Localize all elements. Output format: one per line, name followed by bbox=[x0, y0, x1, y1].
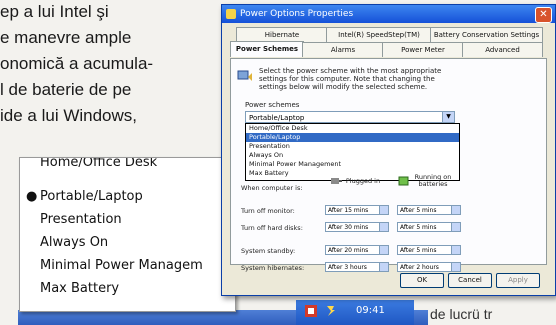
article-fragment: de lucrü tr bbox=[430, 306, 493, 322]
dropdown-option-selected[interactable]: Portable/Laptop bbox=[246, 133, 459, 142]
chevron-down-icon[interactable] bbox=[451, 223, 460, 231]
list-item-label: Always On bbox=[40, 235, 109, 250]
security-shield-icon[interactable] bbox=[304, 304, 318, 318]
scheme-description: Select the power scheme with the most ap… bbox=[259, 67, 442, 91]
tab-battery-conservation[interactable]: Battery Conservation Settings bbox=[430, 27, 543, 42]
monitor-battery-select[interactable]: After 5 mins bbox=[397, 205, 461, 215]
power-schemes-label: Power schemes bbox=[245, 101, 300, 109]
select-value: After 2 hours bbox=[400, 264, 439, 271]
apply-button[interactable]: Apply bbox=[496, 273, 540, 288]
column-on-batteries: Running on batteries bbox=[414, 173, 452, 188]
list-item-label: Home/Office Desk bbox=[40, 157, 158, 170]
chevron-down-icon[interactable] bbox=[451, 246, 460, 254]
chevron-down-icon[interactable] bbox=[451, 206, 460, 214]
dropdown-option[interactable]: Presentation bbox=[246, 142, 459, 151]
tab-alarms[interactable]: Alarms bbox=[302, 42, 384, 57]
article-line: ep a lui Intel şi bbox=[0, 2, 109, 21]
article-line: onomică a acumula- bbox=[0, 54, 154, 73]
article-line: e manevre ample bbox=[0, 28, 132, 47]
list-item[interactable]: Minimal Power Managem bbox=[26, 255, 203, 277]
column-plugged-in: Plugged in bbox=[345, 177, 381, 185]
system-tray: 09:41 bbox=[296, 300, 414, 325]
power-options-icon bbox=[226, 9, 236, 19]
list-item-label: Max Battery bbox=[40, 281, 120, 296]
clock[interactable]: 09:41 bbox=[356, 305, 385, 316]
standby-plugged-select[interactable]: After 20 mins bbox=[325, 245, 389, 255]
chevron-down-icon[interactable] bbox=[379, 263, 388, 271]
select-value: After 3 hours bbox=[328, 264, 367, 271]
dropdown-option[interactable]: Home/Office Desk bbox=[246, 124, 459, 133]
chevron-down-icon[interactable] bbox=[451, 263, 460, 271]
list-item[interactable]: Always On bbox=[26, 232, 108, 254]
power-options-dialog: Power Options Properties ✕ Hibernate Int… bbox=[221, 4, 556, 296]
tab-strip: Hibernate Intel(R) SpeedStep(TM) Battery… bbox=[230, 27, 547, 59]
select-value: After 20 mins bbox=[328, 247, 369, 254]
row-label-monitor: Turn off monitor: bbox=[241, 207, 295, 215]
power-plug-icon[interactable] bbox=[324, 304, 338, 318]
select-value: After 5 mins bbox=[400, 247, 437, 254]
standby-battery-select[interactable]: After 5 mins bbox=[397, 245, 461, 255]
row-label-standby: System standby: bbox=[241, 247, 296, 255]
list-item[interactable]: Max Battery bbox=[26, 278, 119, 300]
row-label-hibernate: System hibernates: bbox=[241, 264, 305, 272]
select-value: After 5 mins bbox=[400, 224, 437, 231]
chevron-down-icon[interactable] bbox=[379, 223, 388, 231]
dropdown-option[interactable]: Minimal Power Management bbox=[246, 160, 459, 169]
dialog-titlebar[interactable]: Power Options Properties ✕ bbox=[222, 5, 555, 23]
chevron-down-icon[interactable]: ▼ bbox=[442, 112, 454, 122]
tab-advanced[interactable]: Advanced bbox=[462, 42, 543, 57]
list-item[interactable]: Presentation bbox=[26, 209, 122, 231]
close-button[interactable]: ✕ bbox=[535, 7, 552, 23]
power-scheme-zoom-list: Home/Office Desk ● Portable/Laptop Presen… bbox=[19, 157, 236, 312]
select-value: After 30 mins bbox=[328, 224, 369, 231]
hibernate-plugged-select[interactable]: After 3 hours bbox=[325, 262, 389, 272]
select-value: After 5 mins bbox=[400, 207, 437, 214]
battery-icon bbox=[398, 176, 409, 186]
article-line: ide a lui Windows, bbox=[0, 106, 138, 125]
monitor-plugged-select[interactable]: After 15 mins bbox=[325, 205, 389, 215]
list-item-selected[interactable]: ● Portable/Laptop bbox=[26, 186, 143, 208]
list-item-label: Minimal Power Managem bbox=[40, 258, 203, 273]
power-scheme-value: Portable/Laptop bbox=[249, 114, 305, 122]
settings-title: When computer is: bbox=[241, 184, 303, 192]
list-item-label: Presentation bbox=[40, 212, 122, 227]
dropdown-option[interactable]: Always On bbox=[246, 151, 459, 160]
cancel-button[interactable]: Cancel bbox=[448, 273, 492, 288]
tab-power-meter[interactable]: Power Meter bbox=[382, 42, 464, 57]
select-value: After 15 mins bbox=[328, 207, 369, 214]
disks-battery-select[interactable]: After 5 mins bbox=[397, 222, 461, 232]
ok-button[interactable]: OK bbox=[400, 273, 444, 288]
power-scheme-select[interactable]: Portable/Laptop ▼ bbox=[245, 111, 455, 123]
plug-icon bbox=[331, 178, 342, 184]
tab-hibernate[interactable]: Hibernate bbox=[236, 27, 328, 42]
dialog-title: Power Options Properties bbox=[240, 9, 354, 19]
power-schemes-panel: Select the power scheme with the most ap… bbox=[230, 58, 547, 272]
list-item[interactable]: Home/Office Desk bbox=[26, 157, 158, 174]
article-line: l de baterie de pe bbox=[0, 80, 132, 99]
power-scheme-icon bbox=[237, 70, 252, 81]
row-label-hard-disks: Turn off hard disks: bbox=[241, 224, 303, 232]
tab-power-schemes[interactable]: Power Schemes bbox=[230, 41, 304, 57]
tab-speedstep[interactable]: Intel(R) SpeedStep(TM) bbox=[326, 27, 432, 42]
list-item-label: Portable/Laptop bbox=[40, 189, 143, 204]
hibernate-battery-select[interactable]: After 2 hours bbox=[397, 262, 461, 272]
chevron-down-icon[interactable] bbox=[379, 246, 388, 254]
selected-bullet-icon: ● bbox=[26, 189, 38, 204]
chevron-down-icon[interactable] bbox=[379, 206, 388, 214]
disks-plugged-select[interactable]: After 30 mins bbox=[325, 222, 389, 232]
